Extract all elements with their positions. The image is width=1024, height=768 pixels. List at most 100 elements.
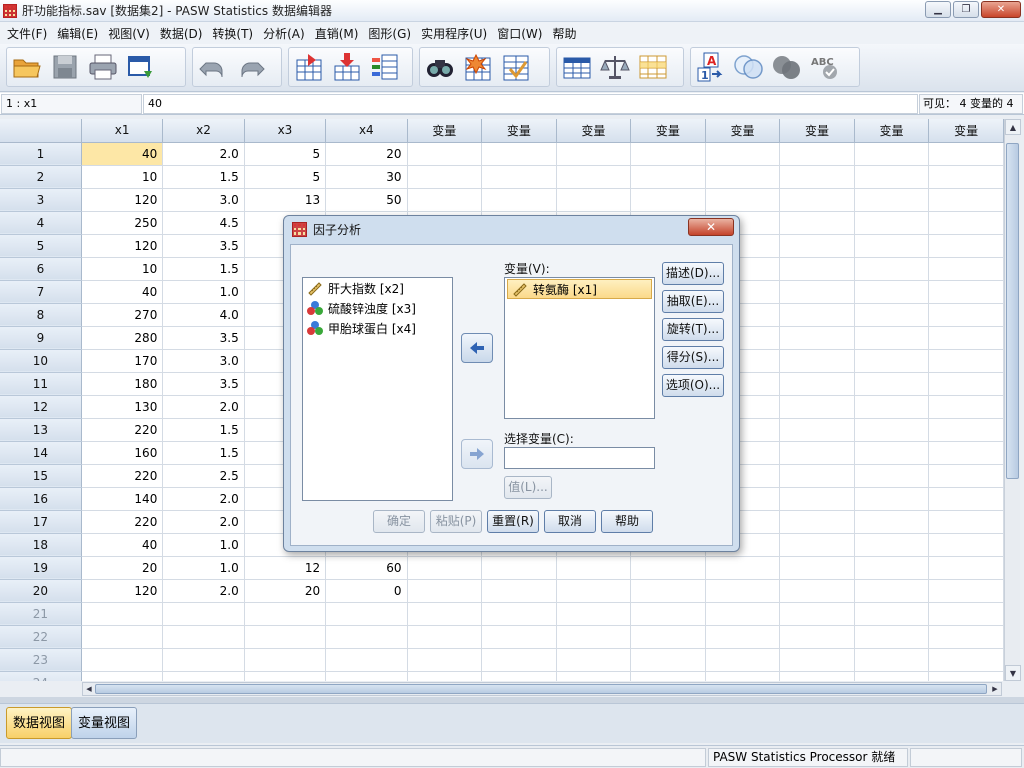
dialog-title-bar[interactable]: 因子分析 ✕ bbox=[284, 216, 739, 242]
rotation-button[interactable]: 旋转(T)... bbox=[662, 318, 724, 341]
data-cell[interactable] bbox=[244, 671, 327, 681]
horizontal-scrollbar[interactable]: ◀ ▶ bbox=[82, 682, 1002, 696]
data-cell[interactable]: 2.0 bbox=[162, 579, 245, 603]
value-labels-icon[interactable]: A1 bbox=[695, 51, 727, 83]
data-cell[interactable] bbox=[81, 671, 164, 681]
data-cell[interactable] bbox=[779, 556, 855, 580]
vertical-scroll-thumb[interactable] bbox=[1006, 143, 1019, 479]
scores-button[interactable]: 得分(S)... bbox=[662, 346, 724, 369]
variables-icon[interactable] bbox=[369, 51, 401, 83]
reset-button[interactable]: 重置(R) bbox=[487, 510, 539, 533]
data-cell[interactable]: 5 bbox=[244, 142, 327, 166]
data-cell[interactable]: 1.0 bbox=[162, 556, 245, 580]
data-cell[interactable] bbox=[779, 625, 855, 649]
data-cell[interactable] bbox=[928, 142, 1004, 166]
data-cell[interactable] bbox=[854, 648, 930, 672]
data-cell[interactable] bbox=[705, 165, 781, 189]
data-cell[interactable] bbox=[81, 648, 164, 672]
column-header[interactable]: x2 bbox=[162, 119, 245, 143]
data-cell[interactable]: 3.5 bbox=[162, 234, 245, 258]
data-cell[interactable] bbox=[928, 372, 1004, 396]
data-cell[interactable] bbox=[556, 625, 632, 649]
row-header[interactable]: 18 bbox=[0, 533, 82, 557]
vertical-scrollbar[interactable]: ▲ ▼ bbox=[1004, 119, 1021, 681]
data-cell[interactable] bbox=[705, 188, 781, 212]
list-item[interactable]: 转氨酶 [x1] bbox=[507, 279, 652, 299]
data-cell[interactable] bbox=[705, 602, 781, 626]
data-cell[interactable]: 250 bbox=[81, 211, 164, 235]
data-cell[interactable] bbox=[854, 257, 930, 281]
row-header[interactable]: 24 bbox=[0, 671, 82, 681]
data-cell[interactable]: 30 bbox=[325, 165, 408, 189]
menu-item-7[interactable]: 图形(G) bbox=[363, 25, 416, 42]
data-cell[interactable] bbox=[854, 556, 930, 580]
data-cell[interactable] bbox=[854, 533, 930, 557]
menu-item-5[interactable]: 分析(A) bbox=[258, 25, 310, 42]
data-cell[interactable] bbox=[928, 257, 1004, 281]
data-cell[interactable] bbox=[928, 602, 1004, 626]
data-cell[interactable] bbox=[854, 326, 930, 350]
data-cell[interactable] bbox=[481, 188, 557, 212]
data-cell[interactable]: 160 bbox=[81, 441, 164, 465]
data-cell[interactable] bbox=[81, 625, 164, 649]
data-cell[interactable] bbox=[407, 556, 483, 580]
data-cell[interactable]: 2.0 bbox=[162, 487, 245, 511]
select-cases-icon[interactable] bbox=[637, 51, 669, 83]
grid-corner[interactable] bbox=[0, 119, 82, 143]
goto-variable-icon[interactable] bbox=[331, 51, 363, 83]
data-cell[interactable] bbox=[630, 579, 706, 603]
data-cell[interactable] bbox=[162, 671, 245, 681]
data-cell[interactable] bbox=[244, 602, 327, 626]
data-cell[interactable] bbox=[779, 395, 855, 419]
row-header[interactable]: 13 bbox=[0, 418, 82, 442]
help-button[interactable]: 帮助 bbox=[601, 510, 653, 533]
data-cell[interactable] bbox=[481, 602, 557, 626]
data-cell[interactable] bbox=[481, 165, 557, 189]
data-cell[interactable] bbox=[162, 625, 245, 649]
data-cell[interactable] bbox=[779, 326, 855, 350]
data-cell[interactable]: 1.0 bbox=[162, 533, 245, 557]
data-cell[interactable] bbox=[705, 625, 781, 649]
data-cell[interactable] bbox=[779, 234, 855, 258]
paste-button[interactable]: 粘贴(P) bbox=[430, 510, 482, 533]
row-header[interactable]: 17 bbox=[0, 510, 82, 534]
data-cell[interactable] bbox=[854, 142, 930, 166]
show-all-variables-icon[interactable] bbox=[771, 51, 803, 83]
data-cell[interactable]: 40 bbox=[81, 280, 164, 304]
scroll-left-arrow-icon[interactable]: ◀ bbox=[83, 683, 95, 695]
data-cell[interactable] bbox=[928, 211, 1004, 235]
data-cell[interactable] bbox=[928, 556, 1004, 580]
data-cell[interactable] bbox=[705, 579, 781, 603]
open-file-icon[interactable] bbox=[11, 51, 43, 83]
data-cell[interactable]: 140 bbox=[81, 487, 164, 511]
data-cell[interactable] bbox=[407, 165, 483, 189]
data-cell[interactable]: 120 bbox=[81, 188, 164, 212]
data-cell[interactable] bbox=[481, 625, 557, 649]
data-cell[interactable]: 1.5 bbox=[162, 165, 245, 189]
data-cell[interactable] bbox=[325, 648, 408, 672]
data-cell[interactable]: 220 bbox=[81, 418, 164, 442]
data-cell[interactable]: 20 bbox=[244, 579, 327, 603]
data-cell[interactable] bbox=[854, 395, 930, 419]
data-cell[interactable] bbox=[556, 671, 632, 681]
cancel-button[interactable]: 取消 bbox=[544, 510, 596, 533]
row-header[interactable]: 1 bbox=[0, 142, 82, 166]
data-cell[interactable]: 130 bbox=[81, 395, 164, 419]
data-cell[interactable] bbox=[556, 142, 632, 166]
data-cell[interactable]: 170 bbox=[81, 349, 164, 373]
close-button[interactable]: ✕ bbox=[981, 1, 1021, 18]
row-header[interactable]: 22 bbox=[0, 625, 82, 649]
data-cell[interactable] bbox=[779, 349, 855, 373]
data-cell[interactable] bbox=[928, 326, 1004, 350]
data-cell[interactable] bbox=[854, 510, 930, 534]
menu-item-8[interactable]: 实用程序(U) bbox=[416, 25, 492, 42]
menu-item-0[interactable]: 文件(F) bbox=[2, 25, 52, 42]
data-cell[interactable] bbox=[705, 556, 781, 580]
menu-item-2[interactable]: 视图(V) bbox=[103, 25, 155, 42]
row-header[interactable]: 11 bbox=[0, 372, 82, 396]
data-cell[interactable] bbox=[779, 211, 855, 235]
use-sets-icon[interactable] bbox=[733, 51, 765, 83]
data-cell[interactable] bbox=[630, 142, 706, 166]
options-button[interactable]: 选项(O)... bbox=[662, 374, 724, 397]
value-button[interactable]: 值(L)... bbox=[504, 476, 552, 499]
